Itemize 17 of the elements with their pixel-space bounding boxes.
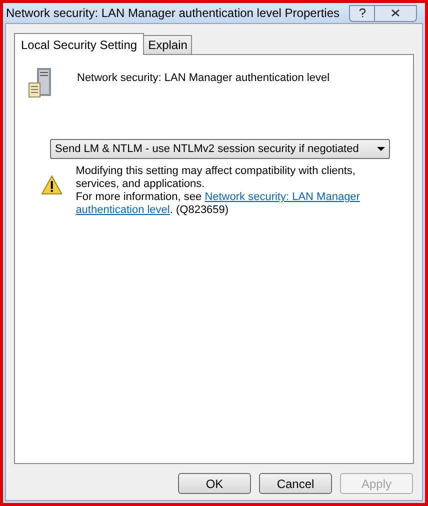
dropdown[interactable]: Send LM & NTLM - use NTLMv2 session security if negotiated: [50, 139, 390, 159]
help-icon: [358, 8, 366, 18]
warning-text: Modifying this setting may affect compatibility with clients, services, and applications.: [76, 165, 356, 191]
close-button[interactable]: [375, 4, 417, 22]
close-icon: [391, 9, 400, 17]
more-info-text: For more information, see Network security: LAN Manager authentication level. (Q823659): [76, 191, 361, 217]
tab[interactable]: Local Security Setting: [14, 33, 144, 55]
help-button[interactable]: [349, 4, 375, 22]
dialog-button[interactable]: Cancel: [259, 473, 332, 494]
policy-name: Network security: LAN Manager authentication level: [77, 71, 330, 86]
caret-icon: [377, 147, 385, 151]
policy-link[interactable]: authentication level: [76, 204, 170, 216]
window-title: Network security: LAN Manager authentication level Properties: [6, 5, 340, 22]
tab[interactable]: Explain: [144, 35, 192, 54]
dialog-button[interactable]: OK: [178, 473, 251, 494]
policy-link[interactable]: Network security: LAN Manager: [204, 191, 360, 203]
warning-icon: [41, 175, 63, 195]
